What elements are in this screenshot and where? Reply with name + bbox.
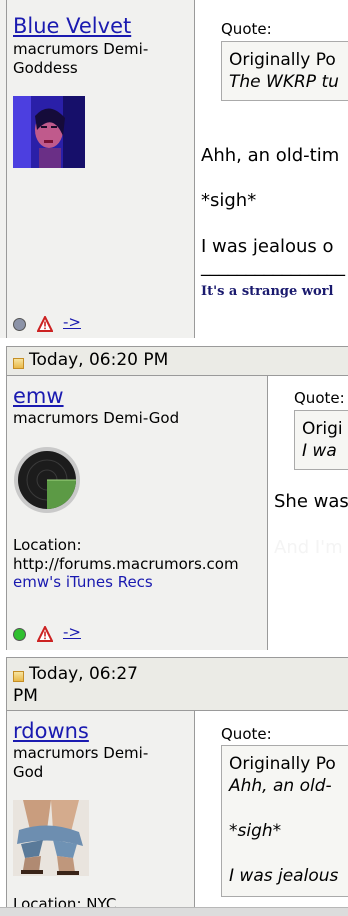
- post2-location-value: http://forums.macrumors.com: [13, 555, 239, 573]
- post1-quote-head: Originally Po: [229, 50, 336, 70]
- post2-quote-box: Origi I wa: [294, 410, 348, 470]
- post3-user-title: macrumors Demi-God: [13, 744, 149, 781]
- post2-message-line: She was: [274, 491, 348, 512]
- post1-signature: It's a strange worl: [201, 284, 334, 299]
- post3-date-line1: Today, 06:27: [29, 664, 138, 684]
- post2-quote-head: Origi: [302, 419, 343, 439]
- post3-quote-line: I was jealous: [229, 866, 339, 886]
- post1-left-border: [6, 0, 7, 338]
- post1-message-line: *sigh*: [201, 190, 257, 211]
- post1-quote-box: Originally Po The WKRP tu: [221, 41, 348, 101]
- post2-message-line-faded: And I'm: [274, 537, 343, 558]
- post1-username-link[interactable]: Blue Velvet: [13, 14, 131, 38]
- post1-message-line: Ahh, an old-tim: [201, 145, 340, 166]
- post1-user-title: macrumors Demi-Goddess: [13, 40, 149, 77]
- post2-quote-body: I wa: [302, 441, 337, 461]
- post2-quote-label: Quote:: [294, 389, 345, 407]
- profile-arrow-link[interactable]: ->: [63, 313, 81, 331]
- post2-left-border: [6, 346, 7, 650]
- post2-user-title: macrumors Demi-God: [13, 409, 180, 427]
- post3-column-divider: [194, 711, 195, 915]
- profile-arrow-link[interactable]: ->: [63, 623, 81, 641]
- post3-quote-label: Quote:: [221, 725, 272, 743]
- post2-column-divider: [267, 376, 268, 650]
- post1-column-divider: [194, 0, 195, 338]
- post3-date-line2: PM: [13, 686, 38, 706]
- post3-quote-head: Originally Po: [229, 754, 336, 774]
- post2-date: Today, 06:20 PM: [29, 350, 169, 370]
- post1-quote-body: The WKRP tu: [229, 72, 339, 92]
- post1-signature-rule: ________________: [201, 256, 345, 277]
- post3-quote-line: *sigh*: [229, 821, 282, 841]
- post3-left-border: [6, 657, 7, 915]
- post1-message-line: I was jealous o: [201, 236, 334, 257]
- online-status-icon: [13, 628, 26, 641]
- jeans-feet-avatar-icon[interactable]: [13, 800, 89, 876]
- report-post-icon[interactable]: [36, 314, 54, 332]
- radar-avatar-icon[interactable]: [13, 446, 81, 514]
- itunes-recs-link[interactable]: emw's iTunes Recs: [13, 573, 153, 592]
- post2-username-link[interactable]: emw: [13, 384, 64, 408]
- post2-location-label: Location:: [13, 536, 82, 554]
- report-post-icon[interactable]: [36, 624, 54, 642]
- post1-quote-label: Quote:: [221, 20, 272, 38]
- woman-face-avatar-icon[interactable]: [13, 96, 85, 168]
- post-status-icon: [13, 358, 24, 369]
- post3-quote-line: Ahh, an old-: [229, 776, 332, 796]
- post3-quote-box: Originally Po Ahh, an old- *sigh* I was …: [221, 745, 348, 897]
- offline-status-icon: [13, 318, 26, 331]
- post-status-icon: [13, 671, 24, 682]
- post3-username-link[interactable]: rdowns: [13, 719, 89, 743]
